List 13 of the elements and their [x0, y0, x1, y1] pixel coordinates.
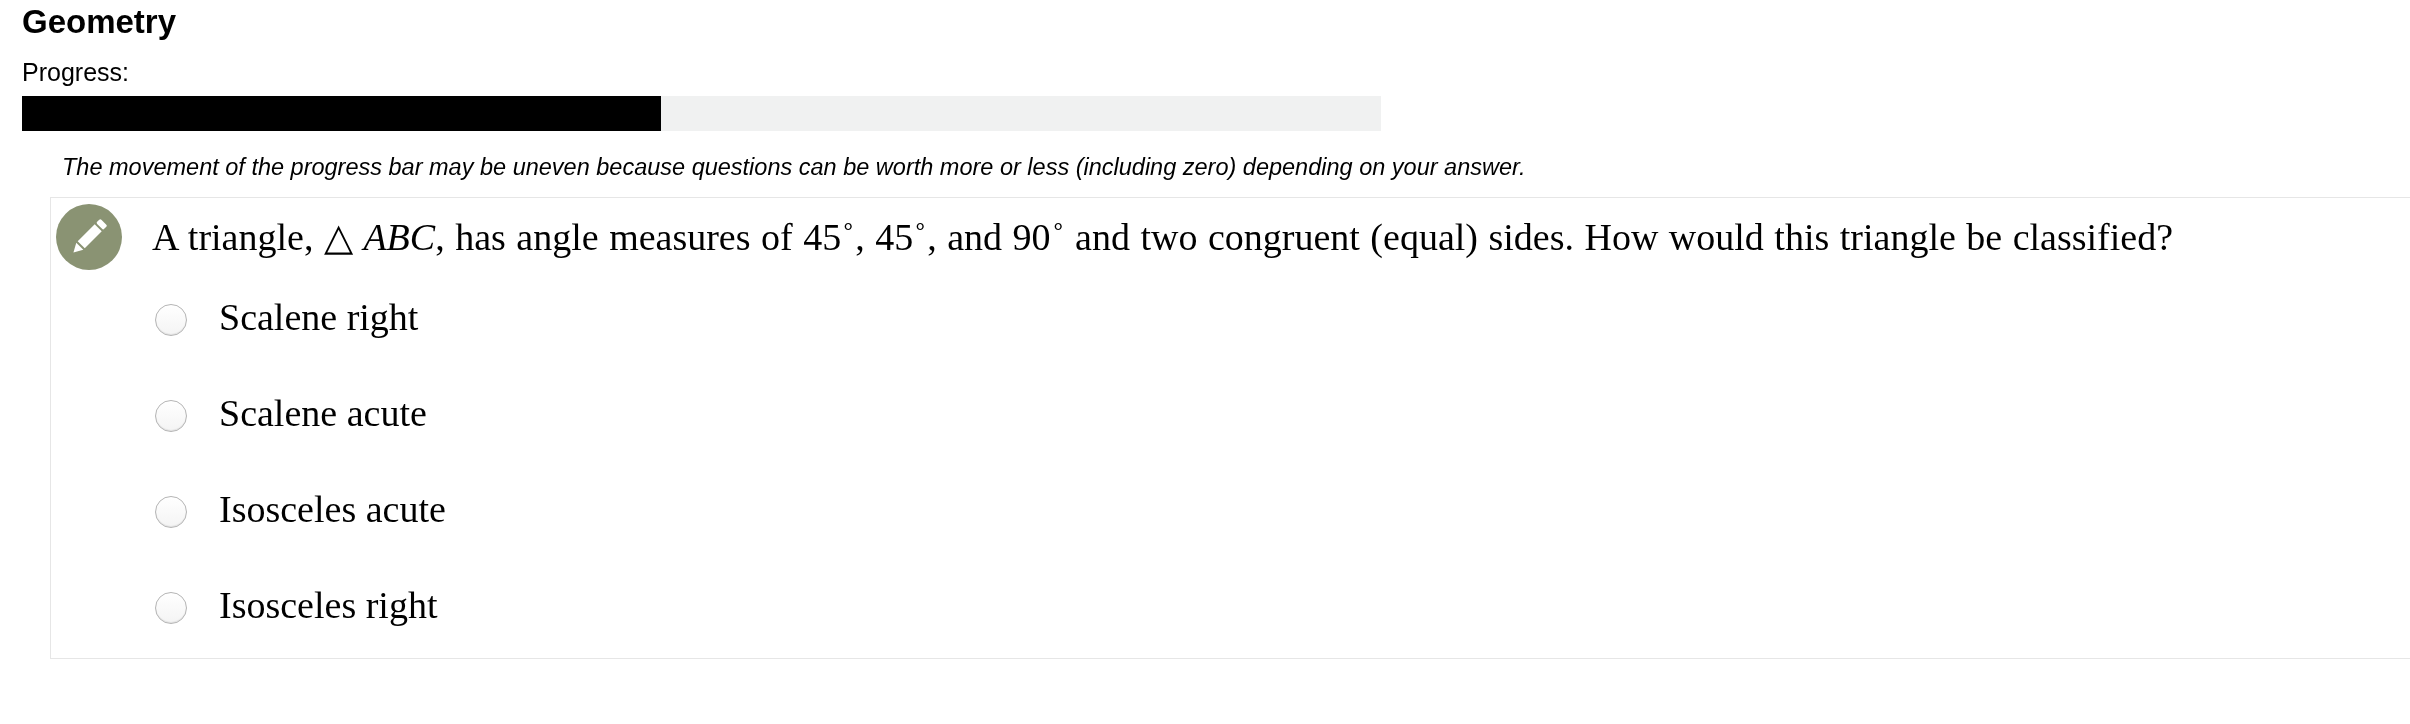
option-label[interactable]: Scalene right [219, 295, 419, 339]
progress-note: The movement of the progress bar may be uneven because questions can be worth more or less (including zero) depending on your answer. [62, 153, 1527, 181]
radio-button[interactable] [155, 592, 187, 624]
radio-button[interactable] [155, 304, 187, 336]
option-label[interactable]: Isosceles acute [219, 487, 446, 531]
pencil-icon [56, 204, 122, 270]
progress-label: Progress: [22, 57, 130, 87]
question-text: A triangle, △ ABC, has angle measures of 45$^{∘}$, 45$^{∘}$, and 90$^{∘}$ and two congruent (equal) sides. How would this triangle be classified? [152, 215, 2174, 259]
radio-button[interactable] [155, 496, 187, 528]
option-label[interactable]: Scalene acute [219, 391, 427, 435]
radio-button[interactable] [155, 400, 187, 432]
option-label[interactable]: Isosceles right [219, 583, 438, 627]
page-title: Geometry [22, 4, 178, 40]
